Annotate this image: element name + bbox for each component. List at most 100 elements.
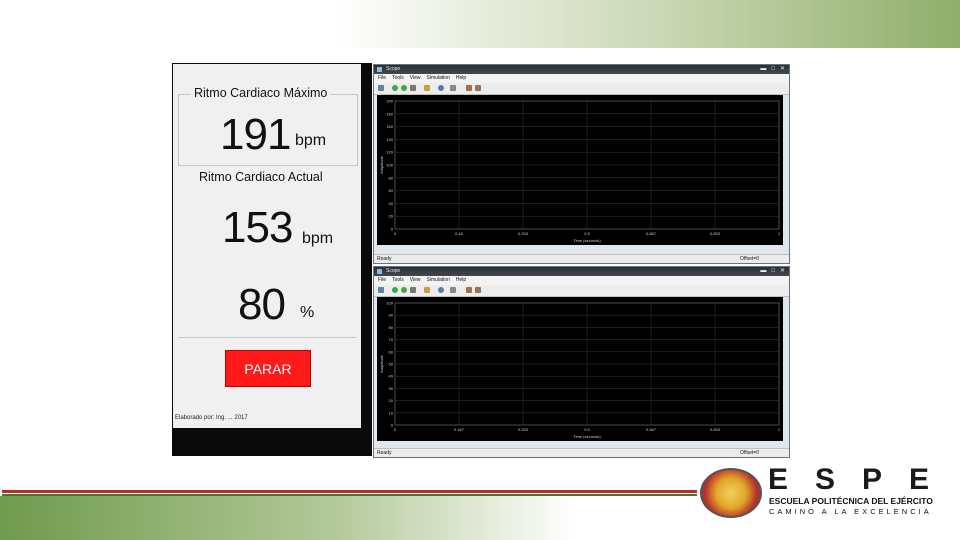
y-tick-label: 80 [389,325,394,330]
menu-tools[interactable]: Tools [392,74,404,83]
y-tick-label: 160 [386,124,393,129]
maximize-icon[interactable]: □ [771,267,775,276]
scope-app-icon [377,269,382,274]
y-tick-label: 10 [389,410,394,415]
heart-rate-monitor-panel: Ritmo Cardiaco Máximo 191 bpm Ritmo Card… [173,64,361,428]
cursor-measure-icon[interactable] [466,287,472,293]
minimize-icon[interactable]: ▬ [760,267,766,276]
menu-view[interactable]: View [410,276,421,285]
menu-bar: File Tools View Simulation Help [374,276,789,285]
x-tick-label: 0.16 [455,231,464,236]
author-credit: Elaborado por: Ing. ... 2017 [175,415,248,421]
window-title: Scope [386,66,401,72]
y-tick-label: 50 [389,362,394,367]
y-tick-label: 40 [389,201,394,206]
stop-icon[interactable] [410,287,416,293]
y-tick-label: 20 [389,214,394,219]
y-tick-label: 90 [389,313,394,318]
scope-toolbar [374,83,789,95]
max-heart-rate-unit: bpm [295,132,327,149]
menu-file[interactable]: File [378,276,386,285]
menu-help[interactable]: Help [456,276,466,285]
peak-finder-icon[interactable] [475,287,481,293]
window-title: Scope [386,268,401,274]
cursor-measure-icon[interactable] [466,85,472,91]
scope-plot-top[interactable]: 200 180 160 140 120 100 80 60 40 20 0 0 0.16 0.333 0.5… [377,95,783,245]
current-heart-rate-value: 153 [222,203,293,252]
settings-icon[interactable] [378,85,384,91]
x-tick-label: 0.333 [518,427,529,432]
max-heart-rate-value: 191 [220,110,291,159]
scope-window-top: Scope ▬ □ ✕ File Tools View Simulation H… [373,64,790,264]
x-axis-label: Time (seconds) [573,434,601,439]
scope-toolbar [374,285,789,297]
x-tick-label: 0.833 [710,427,721,432]
x-tick-label: 0.5 [584,231,590,236]
effort-percent-unit: % [300,304,315,321]
y-tick-label: 200 [386,99,393,104]
panel-divider [178,337,356,338]
y-tick-label: 140 [386,137,393,142]
y-tick-label: 60 [389,188,394,193]
current-heart-rate-unit: bpm [302,230,334,247]
y-tick-label: 180 [386,111,393,116]
autoscale-icon[interactable] [450,85,456,91]
peak-finder-icon[interactable] [475,85,481,91]
y-tick-label: 120 [386,150,393,155]
menu-view[interactable]: View [410,74,421,83]
zoom-icon[interactable] [438,287,444,293]
x-tick-label: 0.167 [454,427,465,432]
minimize-icon[interactable]: ▬ [760,65,766,74]
autoscale-icon[interactable] [450,287,456,293]
x-tick-label: 0.833 [710,231,721,236]
scope-plot-bottom[interactable]: 100 90 80 70 60 50 40 30 20 10 0 0 0.167 0.333 0.5 0.66… [377,297,783,441]
settings-icon[interactable] [378,287,384,293]
run-icon[interactable] [392,287,398,293]
x-axis-label: Time (seconds) [573,238,601,243]
step-forward-icon[interactable] [401,287,407,293]
step-forward-icon[interactable] [401,85,407,91]
title-bar: Scope ▬ □ ✕ [374,267,789,276]
x-tick-label: 0.5 [584,427,590,432]
x-tick-label: 0.667 [646,231,657,236]
y-tick-label: 60 [389,349,394,354]
menu-help[interactable]: Help [456,74,466,83]
institution-motto: CAMINO A LA EXCELENCIA [769,507,932,516]
scope-axes-top: 2001801601401201008060402000 0.16 0.333 0.5… [379,99,781,244]
red-divider-stripe [2,490,697,493]
status-offset: Offset=0 [740,450,759,456]
close-icon[interactable]: ✕ [780,65,785,74]
title-bar: Scope ▬ □ ✕ [374,65,789,74]
top-decorative-band [0,0,960,48]
stop-button[interactable]: PARAR [225,350,311,387]
stop-icon[interactable] [410,85,416,91]
close-icon[interactable]: ✕ [780,267,785,276]
y-tick-label: 100 [386,163,393,168]
espe-logo-letters: ESPE [768,463,957,496]
scope-app-icon [377,67,382,72]
status-ready: Ready [377,450,392,456]
highlight-icon[interactable] [424,287,430,293]
menu-simulation[interactable]: Simulation [427,74,450,83]
y-tick-label: 100 [386,301,393,306]
status-bar: Ready Offset=0 [374,254,789,263]
x-tick-label: 0.667 [646,427,657,432]
y-axis-label: Amplitude [379,155,384,174]
scope-axes-bottom: 10090807060504030201000 0.167 0.333 0.5 0.66… [379,301,781,440]
menu-bar: File Tools View Simulation Help [374,74,789,83]
zoom-icon[interactable] [438,85,444,91]
y-tick-label: 70 [389,337,394,342]
x-tick-label: 0.333 [518,231,529,236]
run-icon[interactable] [392,85,398,91]
current-heart-rate-title: Ritmo Cardiaco Actual [199,170,323,184]
menu-tools[interactable]: Tools [392,276,404,285]
status-ready: Ready [377,256,392,262]
effort-percent-value: 80 [238,280,286,329]
x-tick-label: 1 [778,427,781,432]
highlight-icon[interactable] [424,85,430,91]
menu-simulation[interactable]: Simulation [427,276,450,285]
x-tick-label: 0 [394,231,397,236]
y-tick-label: 40 [389,374,394,379]
menu-file[interactable]: File [378,74,386,83]
maximize-icon[interactable]: □ [771,65,775,74]
